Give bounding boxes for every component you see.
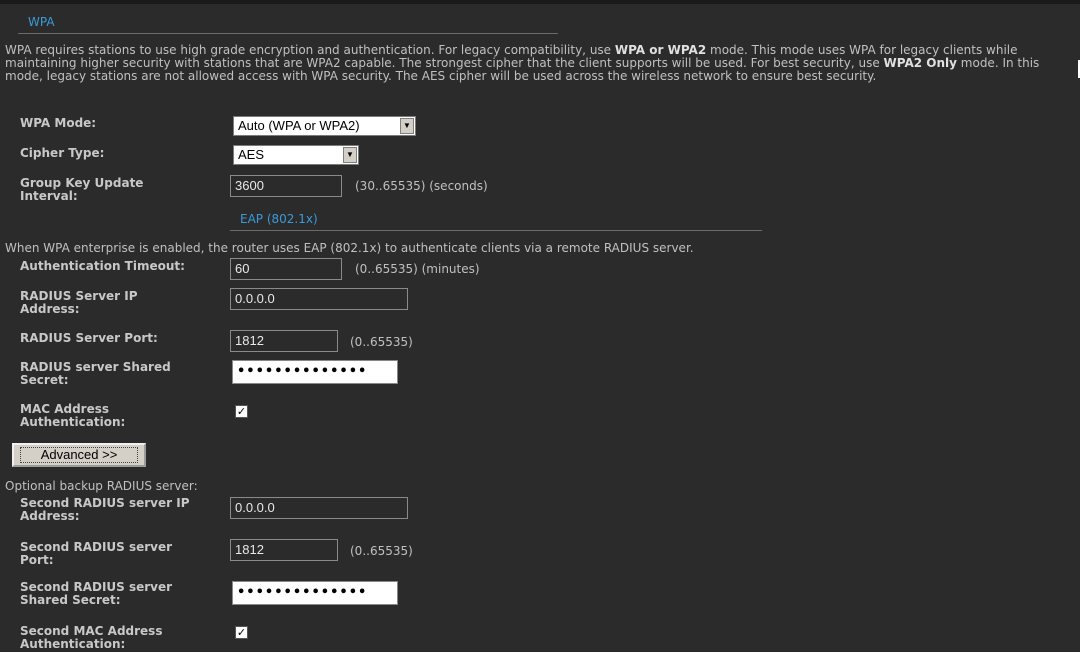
wpa-description: WPA requires stations to use high grade …: [5, 44, 1073, 83]
checkmark-icon: ✓: [236, 626, 247, 639]
radius-port-note: (0..65535): [350, 335, 413, 349]
second-mac-auth-label: Second MAC Address Authentication:: [20, 624, 163, 651]
group-key-note: (30..65535) (seconds): [355, 179, 488, 193]
wpa-desc-bold-1: WPA or WPA2: [614, 43, 707, 57]
advanced-button[interactable]: Advanced >>: [12, 443, 146, 467]
radius-ip-input[interactable]: 0.0.0.0: [230, 288, 408, 310]
second-mac-auth-checkbox[interactable]: ✓: [235, 626, 248, 639]
second-radius-secret-input[interactable]: ••••••••••••••: [232, 581, 398, 605]
wpa-section-title: WPA: [28, 15, 55, 29]
torn-edge: [0, 652, 1080, 662]
radius-ip-label: RADIUS Server IP Address:: [20, 289, 138, 316]
second-radius-port-input[interactable]: 1812: [230, 539, 338, 561]
checkmark-icon: ✓: [236, 405, 247, 418]
top-border: [0, 0, 1080, 4]
mac-auth-checkbox[interactable]: ✓: [235, 405, 248, 418]
chevron-down-icon[interactable]: ▼: [400, 118, 414, 134]
group-key-input[interactable]: 3600: [230, 175, 342, 197]
auth-timeout-note: (0..65535) (minutes): [355, 262, 480, 276]
wpa-desc-text-1: WPA requires stations to use high grade …: [5, 43, 615, 57]
second-radius-port-note: (0..65535): [350, 544, 413, 558]
cipher-type-value: AES: [238, 147, 265, 162]
chevron-down-icon[interactable]: ▼: [343, 147, 357, 163]
wpa-divider: [18, 33, 558, 34]
second-radius-port-label: Second RADIUS server Port:: [20, 540, 173, 567]
radius-secret-label: RADIUS server Shared Secret:: [20, 360, 171, 387]
eap-section-title: EAP (802.1x): [240, 212, 318, 226]
radius-port-label: RADIUS Server Port:: [20, 331, 158, 345]
radius-port-input[interactable]: 1812: [230, 330, 338, 352]
mac-auth-label: MAC Address Authentication:: [20, 402, 126, 429]
cipher-type-label: Cipher Type:: [20, 146, 105, 160]
second-radius-secret-label: Second RADIUS server Shared Secret:: [20, 580, 173, 607]
wpa-mode-label: WPA Mode:: [20, 116, 97, 130]
radius-secret-input[interactable]: ••••••••••••••: [232, 360, 398, 384]
wireless-security-panel: WPA WPA requires stations to use high gr…: [0, 0, 1080, 662]
group-key-label: Group Key Update Interval:: [20, 176, 144, 203]
cipher-type-select[interactable]: AES ▼: [233, 145, 359, 165]
auth-timeout-input[interactable]: 60: [230, 258, 342, 280]
wpa-desc-bold-2: WPA2 Only: [883, 56, 957, 70]
backup-radius-note: Optional backup RADIUS server:: [5, 479, 198, 493]
second-radius-ip-input[interactable]: 0.0.0.0: [230, 497, 408, 519]
eap-description: When WPA enterprise is enabled, the rout…: [5, 241, 694, 255]
wpa-mode-select[interactable]: Auto (WPA or WPA2) ▼: [233, 116, 416, 136]
advanced-button-label: Advanced >>: [20, 447, 138, 463]
auth-timeout-label: Authentication Timeout:: [20, 259, 185, 273]
second-radius-ip-label: Second RADIUS server IP Address:: [20, 496, 190, 523]
wpa-mode-value: Auto (WPA or WPA2): [238, 118, 360, 133]
eap-divider: [230, 230, 762, 231]
